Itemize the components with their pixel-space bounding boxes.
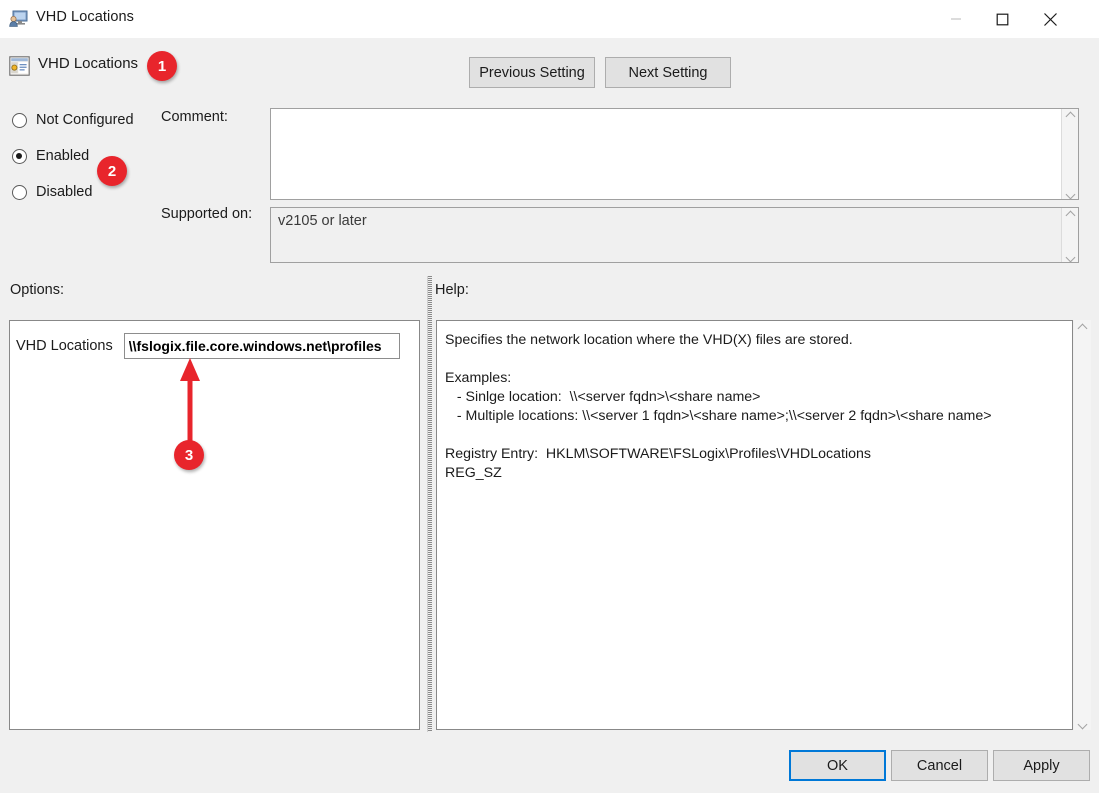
radio-not-configured-label: Not Configured: [36, 112, 134, 128]
ok-button[interactable]: OK: [789, 750, 886, 781]
radio-enabled[interactable]: Enabled: [12, 148, 89, 164]
title-bar: VHD Locations: [0, 0, 1099, 38]
vhd-locations-dialog: VHD Locations VHD Locations Previous Set…: [0, 0, 1099, 793]
maximize-icon: [996, 13, 1008, 25]
supported-on-textbox: v2105 or later: [270, 207, 1079, 263]
annotation-badge-1: 1: [147, 51, 177, 81]
chevron-up-icon[interactable]: [1078, 324, 1087, 330]
close-button[interactable]: [1025, 0, 1075, 38]
minimize-icon: [951, 18, 961, 20]
vhd-locations-input[interactable]: [123, 333, 400, 359]
chevron-up-icon[interactable]: [1066, 112, 1075, 118]
comment-value[interactable]: [271, 109, 1061, 199]
comment-label: Comment:: [161, 109, 228, 125]
vhd-locations-label: VHD Locations: [16, 338, 113, 354]
chevron-down-icon[interactable]: [1066, 190, 1075, 196]
radio-disabled-label: Disabled: [36, 184, 93, 200]
supported-on-value: v2105 or later: [278, 213, 367, 229]
previous-setting-button[interactable]: Previous Setting: [469, 57, 595, 88]
setting-title: VHD Locations: [38, 55, 139, 72]
close-icon: [1043, 12, 1057, 26]
comment-textbox[interactable]: [270, 108, 1079, 200]
help-panel: Specifies the network location where the…: [436, 320, 1073, 730]
maximize-button[interactable]: [979, 0, 1025, 38]
apply-button[interactable]: Apply: [993, 750, 1090, 781]
next-setting-button[interactable]: Next Setting: [605, 57, 731, 88]
minimize-button[interactable]: [933, 0, 979, 38]
cancel-button[interactable]: Cancel: [891, 750, 988, 781]
radio-disabled-mark: [12, 184, 27, 200]
panel-splitter[interactable]: [427, 276, 432, 732]
help-text: Specifies the network location where the…: [445, 332, 992, 481]
supported-on-label: Supported on:: [161, 206, 253, 222]
radio-not-configured[interactable]: Not Configured: [12, 112, 134, 128]
radio-enabled-label: Enabled: [36, 148, 90, 164]
window-title: VHD Locations: [36, 9, 135, 25]
options-panel: VHD Locations: [9, 320, 420, 730]
radio-enabled-mark: [12, 148, 27, 164]
comment-scrollbar[interactable]: [1061, 109, 1078, 199]
computer-user-icon: [9, 10, 28, 27]
group-policy-setting-icon: [9, 56, 30, 76]
help-scrollbar[interactable]: [1074, 320, 1091, 730]
radio-disabled[interactable]: Disabled: [12, 184, 92, 200]
annotation-badge-3: 3: [174, 440, 204, 470]
annotation-badge-2: 2: [97, 156, 127, 186]
help-label: Help:: [435, 282, 469, 298]
supported-on-scrollbar[interactable]: [1061, 208, 1078, 262]
chevron-up-icon[interactable]: [1066, 211, 1075, 217]
options-label: Options:: [10, 282, 64, 298]
radio-not-configured-mark: [12, 112, 27, 128]
chevron-down-icon[interactable]: [1066, 253, 1075, 259]
chevron-down-icon[interactable]: [1078, 720, 1087, 726]
